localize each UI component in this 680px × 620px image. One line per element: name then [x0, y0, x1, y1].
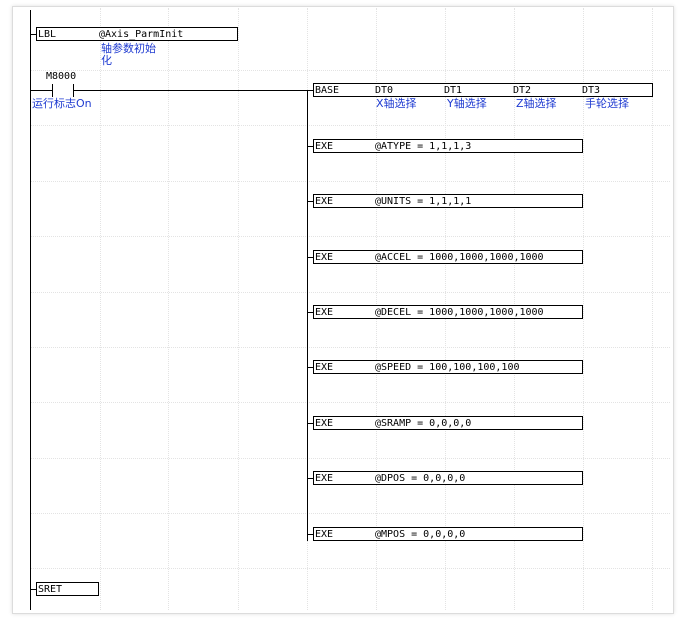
grid-line [30, 181, 670, 182]
base-param-dt1: DT1 [444, 85, 463, 96]
branch-bus [307, 90, 308, 541]
base-comment-x-axis: X轴选择 [376, 97, 417, 110]
lbl-label-name: @Axis_ParmInit [99, 29, 184, 40]
contact-address: M8000 [46, 71, 77, 82]
grid-line [30, 402, 670, 403]
grid-line [100, 8, 101, 610]
grid-line [30, 70, 670, 71]
lbl-comment-line1: 轴参数初始 [101, 42, 156, 55]
base-param-dt3: DT3 [582, 85, 601, 96]
exe-opcode: EXE [315, 307, 334, 318]
exe-opcode: EXE [315, 141, 334, 152]
grid-line [238, 8, 239, 610]
grid-line [30, 513, 670, 514]
exe-opcode: EXE [315, 252, 334, 263]
lbl-opcode: LBL [38, 29, 57, 40]
power-rail [30, 10, 31, 610]
base-comment-handwheel: 手轮选择 [585, 97, 629, 110]
grid-line [30, 292, 670, 293]
base-comment-y-axis: Y轴选择 [447, 97, 487, 110]
base-opcode: BASE [315, 85, 340, 96]
exe-expression-speed: @SPEED = 100,100,100,100 [375, 362, 520, 373]
exe-expression-mpos: @MPOS = 0,0,0,0 [375, 529, 466, 540]
exe-opcode: EXE [315, 362, 334, 373]
grid-line [583, 8, 584, 610]
exe-expression-atype: @ATYPE = 1,1,1,3 [375, 141, 472, 152]
rung-wire [73, 90, 307, 91]
grid-line [30, 125, 670, 126]
sret-opcode: SRET [38, 584, 63, 595]
base-instruction-box[interactable] [313, 83, 653, 97]
contact-left-bar[interactable] [52, 84, 53, 97]
exe-expression-sramp: @SRAMP = 0,0,0,0 [375, 418, 472, 429]
exe-opcode: EXE [315, 473, 334, 484]
ladder-editor: LBL @Axis_ParmInit 轴参数初始 化 M8000 运行标志On … [0, 0, 680, 620]
exe-expression-units: @UNITS = 1,1,1,1 [375, 196, 472, 207]
lbl-comment-line2: 化 [101, 54, 112, 67]
base-comment-z-axis: Z轴选择 [516, 97, 557, 110]
contact-comment: 运行标志On [32, 97, 92, 110]
base-param-dt0: DT0 [375, 85, 394, 96]
grid-line [30, 568, 670, 569]
grid-line [652, 8, 653, 610]
grid-line [30, 236, 670, 237]
exe-expression-decel: @DECEL = 1000,1000,1000,1000 [375, 307, 544, 318]
exe-opcode: EXE [315, 196, 334, 207]
exe-opcode: EXE [315, 418, 334, 429]
base-param-dt2: DT2 [513, 85, 532, 96]
rung-wire [30, 90, 52, 91]
grid-line [30, 458, 670, 459]
grid-line [30, 347, 670, 348]
exe-opcode: EXE [315, 529, 334, 540]
exe-expression-accel: @ACCEL = 1000,1000,1000,1000 [375, 252, 544, 263]
exe-expression-dpos: @DPOS = 0,0,0,0 [375, 473, 466, 484]
grid-line [168, 8, 169, 610]
